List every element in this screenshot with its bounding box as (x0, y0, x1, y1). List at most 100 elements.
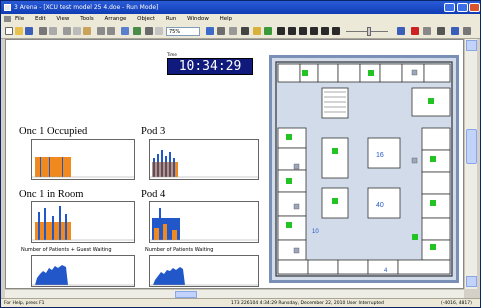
cut-icon[interactable] (63, 27, 71, 35)
connect-icon[interactable] (397, 27, 405, 35)
patient-bed (412, 234, 418, 240)
zoom-icon[interactable] (155, 27, 163, 35)
menu-window[interactable]: Window (187, 16, 209, 22)
waiting-area (35, 265, 68, 285)
blue-bar (38, 212, 40, 240)
patient-bed (286, 222, 292, 228)
room (423, 63, 451, 83)
layers-icon[interactable] (121, 27, 129, 35)
room (421, 171, 451, 195)
run-setup-icon[interactable] (264, 27, 272, 35)
floor-plan[interactable]: 16 40 10 4 (269, 55, 459, 283)
snap-icon[interactable] (145, 27, 153, 35)
pointer-icon[interactable] (241, 27, 249, 35)
room (321, 137, 349, 179)
onc1-in-room-chart (32, 206, 134, 241)
blue-bar (153, 158, 155, 177)
patient-bed (286, 134, 292, 140)
chair (411, 69, 418, 76)
context-help-icon[interactable] (463, 27, 471, 35)
blue-bar (40, 157, 41, 177)
patient-bed (428, 98, 434, 104)
status-coordinates: (-4016, 4817) (441, 301, 472, 306)
blue-bar (161, 150, 163, 177)
color-icon[interactable] (411, 27, 419, 35)
menu-run[interactable]: Run (166, 16, 177, 22)
zoom-select[interactable]: 75% (166, 27, 200, 36)
line-icon[interactable] (423, 27, 431, 35)
blue-bar (44, 208, 46, 240)
scroll-up-button[interactable] (466, 40, 477, 51)
patient-bed (430, 200, 436, 206)
orange-bar (163, 224, 167, 240)
print-icon[interactable] (39, 27, 47, 35)
animation-speed-slider[interactable] (367, 27, 371, 36)
end-icon[interactable] (332, 27, 340, 35)
help-icon[interactable] (451, 27, 459, 35)
minimize-button[interactable] (444, 3, 455, 12)
room (277, 259, 309, 275)
grid-icon[interactable] (133, 27, 141, 35)
fast-forward-icon[interactable] (299, 27, 307, 35)
horizontal-scroll-thumb[interactable] (175, 291, 197, 298)
go-icon[interactable] (277, 27, 285, 35)
onc1-in-room-title: Onc 1 in Room (19, 189, 84, 200)
blue-bar (157, 154, 159, 177)
animate-icon[interactable] (253, 27, 261, 35)
room (307, 259, 339, 275)
simulation-clock: 10:34:29 (167, 58, 253, 75)
room (367, 137, 401, 169)
room (337, 63, 361, 83)
new-icon[interactable] (5, 27, 13, 35)
menu-tools[interactable]: Tools (80, 16, 94, 22)
save-icon[interactable] (25, 27, 33, 35)
pan-icon[interactable] (217, 27, 225, 35)
undo-icon[interactable] (97, 27, 105, 35)
pause-icon[interactable] (310, 27, 318, 35)
app-icon (4, 4, 11, 11)
close-button[interactable] (469, 3, 480, 12)
blue-bar (159, 208, 161, 218)
menu-arrange[interactable]: Arrange (105, 16, 127, 22)
room (367, 187, 401, 219)
patients-waiting-chart (150, 267, 258, 286)
open-icon[interactable] (15, 27, 23, 35)
map-label-10: 10 (312, 229, 319, 235)
pod3-chart (150, 150, 258, 178)
horizontal-scrollbar[interactable] (5, 289, 464, 298)
vertical-scroll-thumb[interactable] (466, 129, 477, 164)
start-over-icon[interactable] (321, 27, 329, 35)
blue-bar (65, 214, 67, 240)
paste-icon[interactable] (83, 27, 91, 35)
select-icon[interactable] (229, 27, 237, 35)
menu-file[interactable]: File (15, 16, 24, 22)
maximize-button[interactable] (457, 3, 468, 12)
blue-bar (173, 158, 175, 177)
waiting-area (153, 267, 185, 285)
room (379, 63, 403, 83)
vertical-scrollbar[interactable] (464, 39, 477, 289)
document-icon (4, 16, 11, 22)
step-icon[interactable] (288, 27, 296, 35)
menu-object[interactable]: Object (137, 16, 155, 22)
patients-guests-waiting-chart (32, 265, 134, 286)
menu-edit[interactable]: Edit (35, 16, 46, 22)
scroll-down-button[interactable] (466, 276, 477, 287)
chair (293, 203, 300, 210)
toolbar: 75% (1, 24, 480, 39)
view-icon[interactable] (206, 27, 214, 35)
room (277, 191, 307, 217)
onc1-occupied-title: Onc 1 Occupied (19, 126, 88, 137)
menu-view[interactable]: View (56, 16, 69, 22)
print-preview-icon[interactable] (49, 27, 57, 35)
map-label-16: 16 (376, 152, 384, 159)
pod3-plot (149, 139, 259, 180)
menu-help[interactable]: Help (220, 16, 233, 22)
room (277, 147, 307, 171)
copy-icon[interactable] (73, 27, 81, 35)
room (337, 259, 369, 275)
text-icon[interactable] (437, 27, 445, 35)
redo-icon[interactable] (107, 27, 115, 35)
onc1-in-room-plot (31, 201, 135, 243)
patient-bed (430, 156, 436, 162)
